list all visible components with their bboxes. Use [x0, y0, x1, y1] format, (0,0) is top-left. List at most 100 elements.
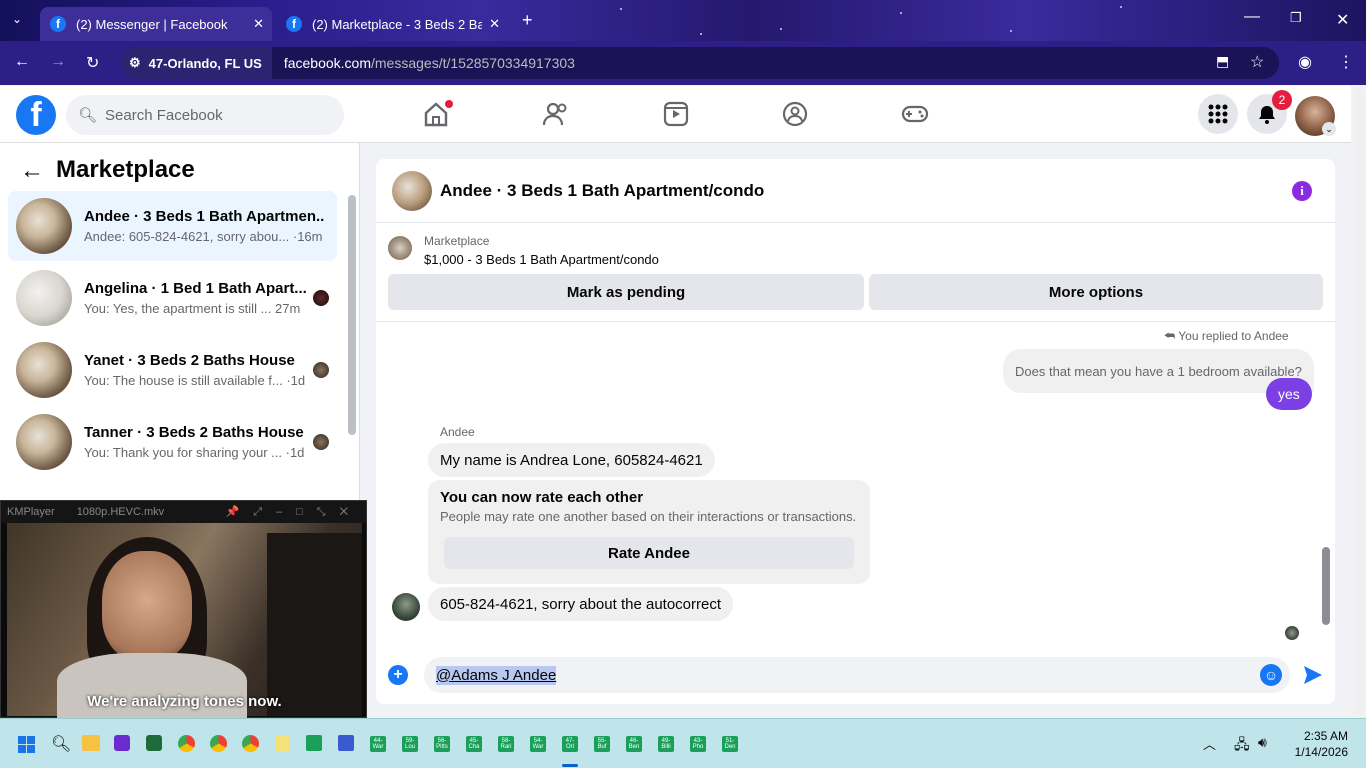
- send-icon[interactable]: [1302, 664, 1324, 686]
- home-notification-dot: [445, 100, 453, 108]
- tab-messenger[interactable]: f (2) Messenger | Facebook ✕: [40, 7, 272, 41]
- emoji-icon[interactable]: ☺: [1260, 664, 1282, 686]
- network-icon[interactable]: 🖧: [1234, 734, 1250, 758]
- info-icon[interactable]: i: [1292, 181, 1312, 201]
- conversation-item[interactable]: Andee · 3 Beds 1 Bath Apartmen... Andee: …: [8, 191, 337, 261]
- conversation-snippet: You: Yes, the apartment is still ... 27m: [84, 301, 301, 316]
- chrome-icon[interactable]: [210, 735, 227, 752]
- menu-grid-icon[interactable]: [1198, 94, 1238, 134]
- conversation-title: Tanner · 3 Beds 2 Baths House: [84, 424, 304, 441]
- message-input-text: @Adams J Andee: [436, 665, 557, 685]
- chevron-up-icon[interactable]: ︿: [1203, 734, 1216, 753]
- taskbar-app[interactable]: 59-Lou: [402, 736, 418, 752]
- chat-scrollbar[interactable]: [1322, 547, 1330, 625]
- my-message-bubble[interactable]: yes: [1266, 378, 1312, 410]
- taskbar-app[interactable]: 44-War: [370, 736, 386, 752]
- taskbar-app[interactable]: 58-Rari: [498, 736, 514, 752]
- app-icon[interactable]: [114, 735, 130, 751]
- url-input[interactable]: ⚙ 47-Orlando, FL US facebook.com /messag…: [121, 47, 1279, 79]
- windows-start-icon[interactable]: [18, 736, 35, 753]
- conversation-title: Angelina · 1 Bed 1 Bath Apart...: [84, 280, 307, 297]
- restore-icon[interactable]: ❐: [1290, 10, 1302, 26]
- conversation-item[interactable]: Yanet · 3 Beds 2 Baths House You: The hou…: [8, 335, 337, 405]
- taskbar-app[interactable]: 54-War: [530, 736, 546, 752]
- video-subtitle: We're analyzing tones now.: [87, 693, 282, 710]
- taskbar-app[interactable]: 49-Billi: [658, 736, 674, 752]
- reply-arrow-icon: ⮪: [1164, 329, 1179, 343]
- mark-as-pending-button[interactable]: Mark as pending: [388, 274, 864, 310]
- sidebar-scrollbar[interactable]: [348, 195, 356, 435]
- read-receipt-avatar: [1285, 626, 1299, 640]
- chat-header: Andee · 3 Beds 1 Bath Apartment/condo i: [376, 159, 1335, 223]
- page-scrollbar[interactable]: [1354, 90, 1364, 715]
- kmplayer-window: KMPlayer 1080p.HEVC.mkv 📌⤢–□⤡✕ We're ana…: [0, 500, 367, 723]
- conversation-title: Yanet · 3 Beds 2 Baths House: [84, 352, 295, 369]
- conversation-snippet: You: The house is still available f... ·…: [84, 373, 306, 388]
- menu-kebab-icon[interactable]: ⋮: [1338, 52, 1354, 72]
- gaming-icon[interactable]: [901, 100, 929, 128]
- kmplayer-window-controls[interactable]: 📌⤢–□⤡✕: [226, 505, 366, 519]
- listing-thumbnail: [16, 342, 72, 398]
- bookmark-star-icon[interactable]: ☆: [1250, 52, 1264, 72]
- location-chip[interactable]: ⚙ 47-Orlando, FL US: [121, 47, 272, 79]
- app-icon[interactable]: [306, 735, 322, 751]
- facebook-top-nav: f 🔍︎ Search Facebook 2 ⌄: [0, 86, 1351, 143]
- search-icon: 🔍︎: [78, 107, 98, 124]
- close-window-icon[interactable]: ✕: [1336, 10, 1349, 30]
- facebook-icon: f: [286, 16, 302, 32]
- back-icon[interactable]: ←: [14, 53, 30, 71]
- incoming-message-bubble[interactable]: My name is Andrea Lone, 605824-4621: [428, 443, 715, 477]
- volume-icon[interactable]: 🔊︎: [1258, 734, 1267, 751]
- tune-icon: ⚙: [129, 55, 141, 70]
- notepad-icon[interactable]: [275, 735, 290, 752]
- taskbar-app[interactable]: 51-Den: [722, 736, 738, 752]
- file-explorer-icon[interactable]: [82, 735, 100, 751]
- tab-search-icon[interactable]: ⌄: [12, 12, 22, 26]
- notification-count-badge: 2: [1272, 90, 1292, 110]
- more-options-button[interactable]: More options: [869, 274, 1323, 310]
- listing-price-title[interactable]: $1,000 - 3 Beds 1 Bath Apartment/condo: [424, 252, 659, 267]
- clock[interactable]: 2:35 AM 1/14/2026: [1288, 728, 1348, 760]
- search-facebook-input[interactable]: 🔍︎ Search Facebook: [66, 95, 344, 135]
- facebook-logo-icon[interactable]: f: [16, 95, 56, 135]
- rate-andee-button[interactable]: Rate Andee: [444, 537, 854, 569]
- conversation-item[interactable]: Angelina · 1 Bed 1 Bath Apart... You: Yes…: [8, 263, 337, 333]
- kmplayer-titlebar[interactable]: KMPlayer 1080p.HEVC.mkv 📌⤢–□⤡✕: [1, 501, 366, 523]
- conversation-item[interactable]: Tanner · 3 Beds 2 Baths House You: Thank …: [8, 407, 337, 477]
- tab-marketplace[interactable]: f (2) Marketplace - 3 Beds 2 Bath ✕: [276, 7, 508, 41]
- taskbar-app[interactable]: 56-Pitts: [434, 736, 450, 752]
- close-tab-icon[interactable]: ✕: [253, 16, 264, 32]
- friends-icon[interactable]: [542, 100, 570, 128]
- incoming-message-bubble[interactable]: 605-824-4621, sorry about the autocorrec…: [428, 587, 734, 621]
- new-tab-icon[interactable]: +: [522, 10, 533, 31]
- taskbar-app[interactable]: 55-Buf: [594, 736, 610, 752]
- groups-icon[interactable]: [781, 100, 809, 128]
- video-frame[interactable]: We're analyzing tones now.: [7, 523, 362, 723]
- reply-indicator: ⮪ You replied to Andee: [1164, 329, 1289, 343]
- facebook-icon: f: [50, 16, 66, 32]
- minimize-icon[interactable]: —: [1244, 8, 1260, 26]
- address-bar-row: ← → ↻ ⚙ 47-Orlando, FL US facebook.com /…: [0, 41, 1366, 85]
- chrome-icon[interactable]: [178, 735, 195, 752]
- sender-avatar[interactable]: [392, 593, 420, 621]
- forward-icon[interactable]: →: [50, 53, 66, 71]
- taskbar-app[interactable]: 45-Cha: [466, 736, 482, 752]
- chrome-icon[interactable]: [242, 735, 259, 752]
- install-app-icon[interactable]: ⬒: [1216, 53, 1229, 70]
- add-attachment-icon[interactable]: +: [388, 665, 408, 685]
- app-icon[interactable]: [338, 735, 354, 751]
- profile-icon[interactable]: ◉: [1298, 52, 1312, 72]
- listing-thumbnail: [16, 414, 72, 470]
- close-tab-icon[interactable]: ✕: [489, 16, 500, 32]
- reload-icon[interactable]: ↻: [86, 53, 99, 73]
- chat-title[interactable]: Andee · 3 Beds 1 Bath Apartment/condo: [440, 181, 764, 201]
- app-icon[interactable]: [146, 735, 162, 751]
- back-arrow-icon[interactable]: ←: [20, 157, 44, 185]
- taskbar-app-active[interactable]: 47-Orl: [562, 736, 578, 752]
- taskbar-app[interactable]: 46-Ben: [626, 736, 642, 752]
- clock-time: 2:35 AM: [1303, 729, 1348, 743]
- video-icon[interactable]: [662, 100, 690, 128]
- taskbar-search-icon[interactable]: 🔍︎: [51, 734, 71, 754]
- message-input[interactable]: @Adams J Andee ☺: [424, 657, 1290, 693]
- taskbar-app[interactable]: 43-Pho: [690, 736, 706, 752]
